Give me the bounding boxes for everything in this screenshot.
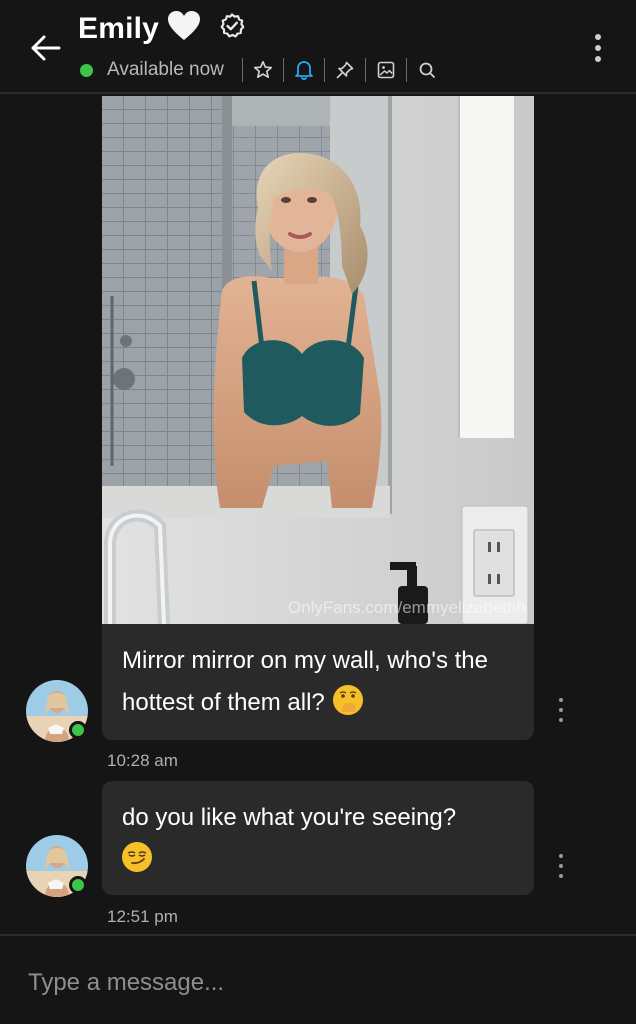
face-with-hand-over-mouth-icon [333, 685, 364, 715]
white-heart-icon [167, 10, 201, 47]
message-timestamp: 10:28 am [107, 751, 178, 770]
availability-status: Available now [107, 59, 224, 80]
search-icon[interactable] [415, 58, 439, 82]
divider [364, 58, 366, 82]
message-composer [0, 934, 636, 1024]
message-timestamp: 12:51 pm [107, 907, 178, 926]
online-status-dot [69, 721, 87, 739]
smirking-face-icon [122, 842, 152, 872]
message-bubble[interactable]: Mirror mirror on my wall, who's the hott… [102, 624, 534, 740]
online-status-dot [80, 63, 93, 77]
divider [241, 58, 243, 82]
contact-name[interactable]: Emily [78, 12, 159, 46]
verified-badge-icon [219, 13, 245, 44]
message-options-icon[interactable] [556, 698, 566, 722]
image-icon[interactable] [374, 58, 398, 82]
photo-illustration [102, 96, 534, 624]
bell-icon[interactable] [292, 58, 316, 82]
divider [405, 58, 407, 82]
status-row: Available now [80, 56, 439, 84]
chat-header: Emily Available now [0, 0, 636, 94]
star-icon[interactable] [251, 58, 275, 82]
divider [323, 58, 325, 82]
divider [282, 58, 284, 82]
message-photo[interactable]: OnlyFans.com/emmyelizabethh [102, 96, 534, 624]
online-status-dot [69, 876, 87, 894]
contact-title-row[interactable]: Emily [78, 10, 245, 47]
message-input[interactable] [28, 966, 588, 1000]
back-arrow-icon[interactable] [26, 28, 66, 68]
photo-watermark: OnlyFans.com/emmyelizabethh [287, 598, 526, 617]
more-options-icon[interactable] [586, 28, 610, 68]
message-text: Mirror mirror on my wall, who's the hott… [122, 647, 488, 716]
message-text: do you like what you're seeing? [122, 804, 457, 831]
message-bubble[interactable]: do you like what you're seeing? [102, 781, 534, 895]
message-options-icon[interactable] [556, 854, 566, 878]
pin-icon[interactable] [333, 58, 357, 82]
